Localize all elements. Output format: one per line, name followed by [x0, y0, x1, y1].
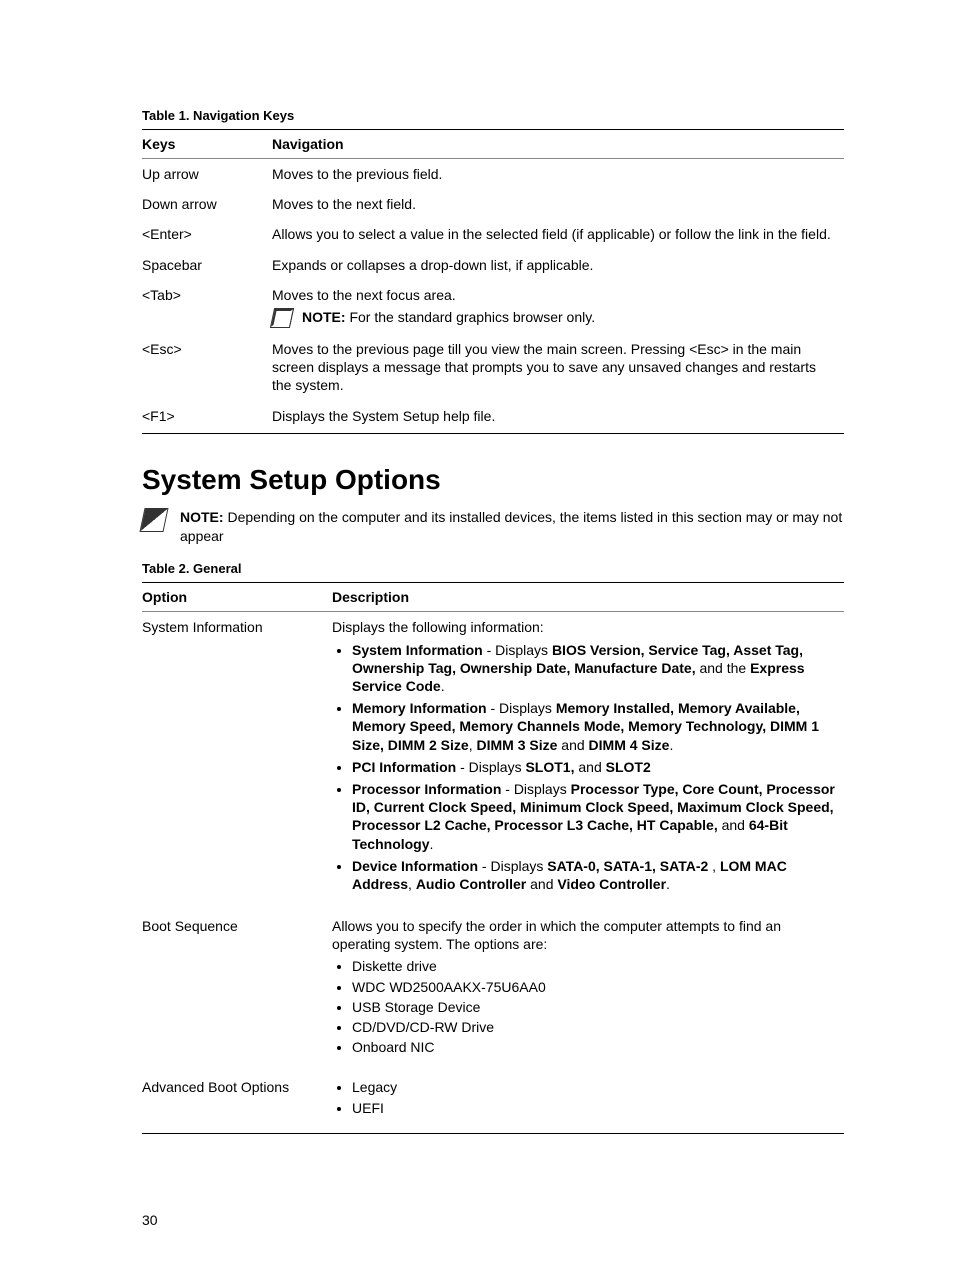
list-item: Legacy — [352, 1078, 836, 1096]
t: Video Controller — [557, 876, 666, 892]
t: , — [408, 876, 416, 892]
adv-list: Legacy UEFI — [332, 1078, 836, 1116]
note-body: For the standard graphics browser only. — [346, 309, 596, 325]
navigation-keys-table: Keys Navigation Up arrow Moves to the pr… — [142, 129, 844, 434]
t: - Displays — [456, 759, 525, 775]
general-options-table: Option Description System Information Di… — [142, 582, 844, 1133]
nav-cell: Moves to the previous field. — [272, 159, 844, 190]
t: SLOT2 — [606, 759, 651, 775]
table1-header-nav: Navigation — [272, 130, 844, 159]
sysinfo-list: System Information - Displays BIOS Versi… — [332, 641, 836, 893]
table2-caption: Table 2. General — [142, 561, 844, 576]
t: - Displays — [501, 781, 570, 797]
page-number: 30 — [142, 1212, 158, 1228]
desc-cell: Legacy UEFI — [332, 1072, 844, 1133]
t: DIMM 3 Size — [476, 737, 557, 753]
document-page: Table 1. Navigation Keys Keys Navigation… — [0, 0, 954, 1268]
bullet-lead: PCI Information — [352, 759, 456, 775]
note-label: NOTE: — [302, 309, 346, 325]
table2-header-row: Option Description — [142, 583, 844, 612]
list-item: Onboard NIC — [352, 1038, 836, 1056]
intro-text: Allows you to specify the order in which… — [332, 917, 836, 953]
table1-caption: Table 1. Navigation Keys — [142, 108, 844, 123]
t: Audio Controller — [416, 876, 526, 892]
table-row: Spacebar Expands or collapses a drop-dow… — [142, 250, 844, 280]
table-row: System Information Displays the followin… — [142, 612, 844, 911]
t: , — [708, 858, 720, 874]
note-label: NOTE: — [180, 509, 224, 525]
t: . — [441, 678, 445, 694]
table-row: Down arrow Moves to the next field. — [142, 189, 844, 219]
table-row: Boot Sequence Allows you to specify the … — [142, 911, 844, 1072]
section-note: NOTE: Depending on the computer and its … — [142, 508, 844, 546]
key-cell: <Esc> — [142, 334, 272, 401]
nav-cell: Allows you to select a value in the sele… — [272, 219, 844, 249]
list-item: UEFI — [352, 1099, 836, 1117]
t: . — [666, 876, 670, 892]
nav-cell: Moves to the next focus area. NOTE: For … — [272, 280, 844, 334]
table2-header-option: Option — [142, 583, 332, 612]
bullet-lead: System Information — [352, 642, 483, 658]
nav-text: Moves to the next focus area. — [272, 286, 836, 304]
key-cell: <Tab> — [142, 280, 272, 334]
nav-cell: Expands or collapses a drop-down list, i… — [272, 250, 844, 280]
t: SLOT1, — [525, 759, 574, 775]
table-row: Advanced Boot Options Legacy UEFI — [142, 1072, 844, 1133]
nav-cell: Moves to the next field. — [272, 189, 844, 219]
boot-list: Diskette drive WDC WD2500AAKX-75U6AA0 US… — [332, 957, 836, 1056]
nav-cell: Displays the System Setup help file. — [272, 401, 844, 434]
table-row: <F1> Displays the System Setup help file… — [142, 401, 844, 434]
table-row: <Esc> Moves to the previous page till yo… — [142, 334, 844, 401]
bullet-lead: Device Information — [352, 858, 478, 874]
nav-cell: Moves to the previous page till you view… — [272, 334, 844, 401]
list-item: Diskette drive — [352, 957, 836, 975]
t: - Displays — [487, 700, 556, 716]
t: and — [557, 737, 588, 753]
list-item: Memory Information - Displays Memory Ins… — [352, 699, 836, 754]
t: and — [718, 817, 749, 833]
list-item: Device Information - Displays SATA-0, SA… — [352, 857, 836, 893]
t: and — [526, 876, 557, 892]
t: - Displays — [483, 642, 552, 658]
key-cell: Spacebar — [142, 250, 272, 280]
t: and the — [696, 660, 751, 676]
bullet-lead: Memory Information — [352, 700, 487, 716]
key-cell: Down arrow — [142, 189, 272, 219]
table1-header-keys: Keys — [142, 130, 272, 159]
t: . — [430, 836, 434, 852]
t: . — [669, 737, 673, 753]
table-row: Up arrow Moves to the previous field. — [142, 159, 844, 190]
list-item: WDC WD2500AAKX-75U6AA0 — [352, 978, 836, 996]
key-cell: Up arrow — [142, 159, 272, 190]
section-heading: System Setup Options — [142, 464, 844, 496]
t: - Displays — [478, 858, 547, 874]
list-item: Processor Information - Displays Process… — [352, 780, 836, 853]
t: DIMM 4 Size — [589, 737, 670, 753]
option-cell: Advanced Boot Options — [142, 1072, 332, 1133]
desc-cell: Allows you to specify the order in which… — [332, 911, 844, 1072]
bullet-lead: Processor Information — [352, 781, 501, 797]
inline-note: NOTE: For the standard graphics browser … — [272, 308, 836, 328]
t: and — [574, 759, 605, 775]
list-item: PCI Information - Displays SLOT1, and SL… — [352, 758, 836, 776]
note-icon — [139, 508, 168, 532]
note-body: Depending on the computer and its instal… — [180, 509, 842, 544]
list-item: System Information - Displays BIOS Versi… — [352, 641, 836, 696]
table1-header-row: Keys Navigation — [142, 130, 844, 159]
note-text: NOTE: For the standard graphics browser … — [302, 308, 595, 326]
table-row: <Enter> Allows you to select a value in … — [142, 219, 844, 249]
note-text: NOTE: Depending on the computer and its … — [180, 508, 844, 546]
option-cell: System Information — [142, 612, 332, 911]
note-icon — [270, 308, 294, 328]
intro-text: Displays the following information: — [332, 618, 836, 636]
table2-header-desc: Description — [332, 583, 844, 612]
key-cell: <F1> — [142, 401, 272, 434]
list-item: USB Storage Device — [352, 998, 836, 1016]
list-item: CD/DVD/CD-RW Drive — [352, 1018, 836, 1036]
table-row: <Tab> Moves to the next focus area. NOTE… — [142, 280, 844, 334]
t: SATA-0, SATA-1, SATA-2 — [547, 858, 708, 874]
desc-cell: Displays the following information: Syst… — [332, 612, 844, 911]
option-cell: Boot Sequence — [142, 911, 332, 1072]
key-cell: <Enter> — [142, 219, 272, 249]
